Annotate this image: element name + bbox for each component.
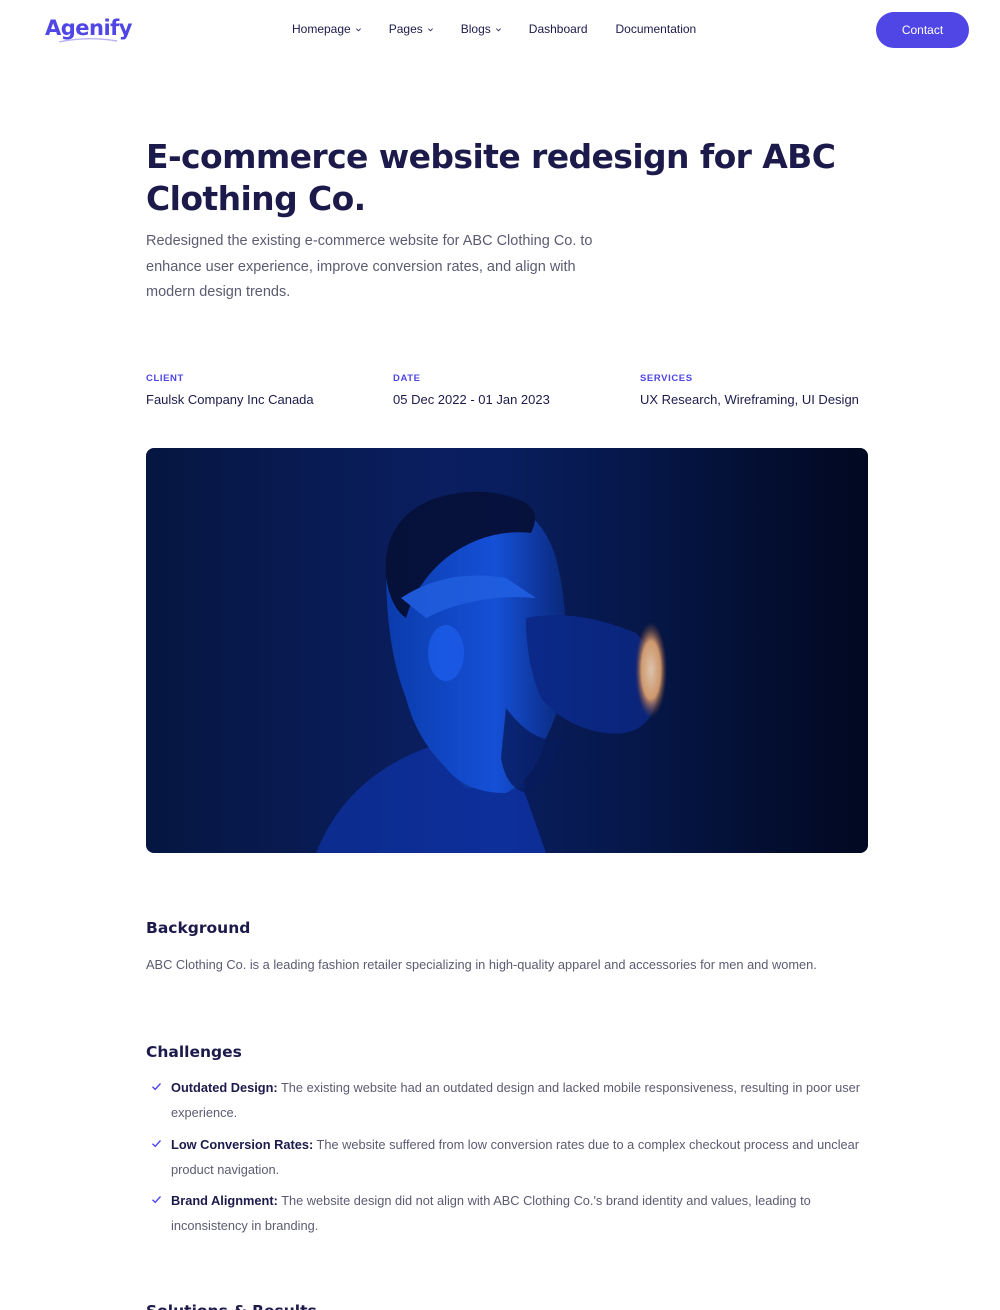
meta-date-value: 05 Dec 2022 - 01 Jan 2023	[393, 392, 550, 407]
contact-button[interactable]: Contact	[876, 12, 969, 48]
background-text: ABC Clothing Co. is a leading fashion re…	[146, 957, 817, 972]
meta-client-value: Faulsk Company Inc Canada	[146, 392, 314, 407]
meta-date: DATE 05 Dec 2022 - 01 Jan 2023	[393, 373, 550, 407]
list-item: Outdated Design: The existing website ha…	[146, 1075, 868, 1126]
nav-item-label: Documentation	[615, 22, 697, 36]
check-icon	[152, 1139, 162, 1148]
meta-services-value: UX Research, Wireframing, UI Design	[640, 392, 859, 407]
meta-date-label: DATE	[393, 373, 421, 384]
meta-services-label: SERVICES	[640, 373, 693, 384]
challenges-list: Outdated Design: The existing website ha…	[146, 1075, 868, 1245]
nav-item-homepage[interactable]: Homepage	[292, 22, 362, 36]
page-subtitle: Redesigned the existing e-commerce websi…	[146, 233, 593, 300]
nav-item-dashboard[interactable]: Dashboard	[529, 22, 588, 36]
chevron-down-icon	[355, 27, 361, 31]
challenge-title: Outdated Design:	[171, 1080, 278, 1095]
meta-client-label: CLIENT	[146, 373, 184, 384]
main-nav: Homepage Pages Blogs Dashboard Documenta…	[292, 22, 696, 36]
check-icon	[152, 1083, 162, 1091]
nav-item-blogs[interactable]: Blogs	[461, 22, 502, 36]
vr-headset-person-illustration	[146, 448, 868, 853]
nav-item-documentation[interactable]: Documentation	[616, 22, 697, 36]
nav-item-label: Blogs	[460, 22, 491, 36]
hero-image	[146, 448, 868, 853]
challenges-heading: Challenges	[146, 1043, 242, 1061]
list-item: Brand Alignment: The website design did …	[146, 1188, 868, 1239]
nav-item-pages[interactable]: Pages	[389, 22, 434, 36]
project-meta: CLIENT Faulsk Company Inc Canada DATE 05…	[146, 373, 868, 413]
chevron-down-icon	[427, 27, 433, 31]
page-title: E-commerce website redesign for ABC Clot…	[146, 137, 836, 218]
list-item: Low Conversion Rates: The website suffer…	[146, 1132, 868, 1183]
check-icon	[152, 1196, 162, 1204]
chevron-down-icon	[495, 27, 501, 31]
solutions-heading: Solutions & Results	[146, 1302, 317, 1310]
nav-item-label: Homepage	[292, 22, 351, 36]
nav-item-label: Dashboard	[528, 22, 588, 36]
meta-services: SERVICES UX Research, Wireframing, UI De…	[640, 373, 859, 407]
background-heading: Background	[146, 919, 251, 937]
nav-item-label: Pages	[388, 22, 423, 36]
site-header: Agenify Homepage Pages Blogs Dashboard D…	[0, 0, 1000, 62]
logo-swoosh-icon	[58, 38, 118, 43]
challenge-title: Brand Alignment:	[171, 1193, 278, 1209]
meta-client: CLIENT Faulsk Company Inc Canada	[146, 373, 314, 407]
challenge-title: Low Conversion Rates:	[171, 1136, 314, 1152]
